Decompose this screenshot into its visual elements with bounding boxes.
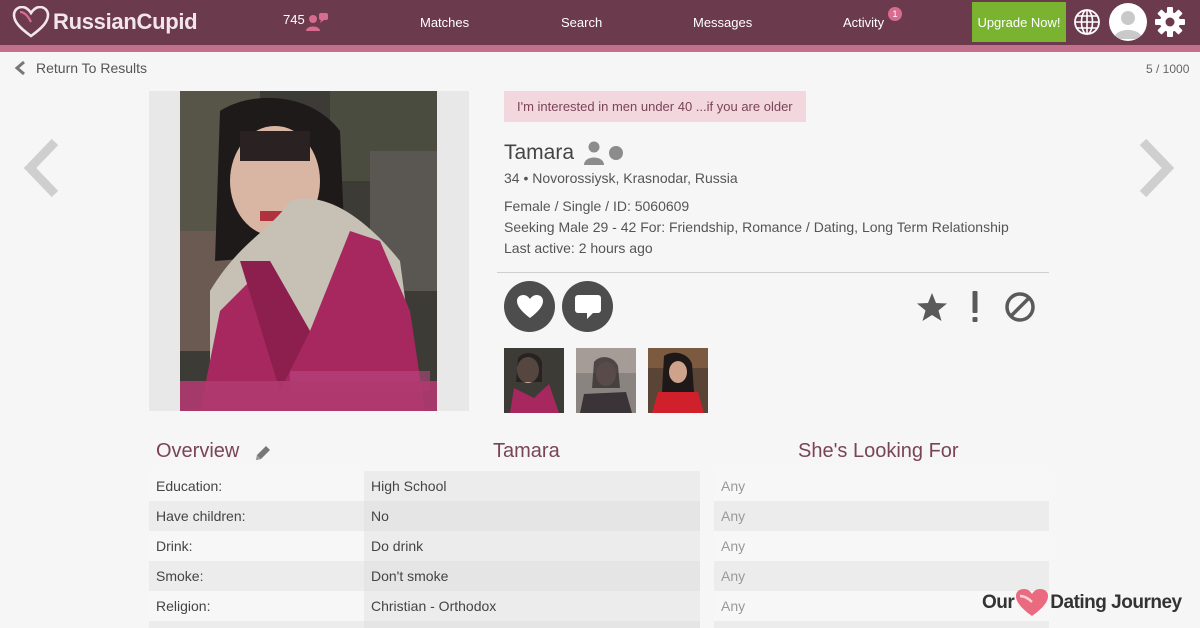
table-row: Religion: Christian - Orthodox Any — [149, 591, 1049, 621]
profile-name: Tamara — [504, 141, 575, 164]
nav-messages[interactable]: Messages — [693, 15, 752, 30]
gear-icon[interactable] — [1154, 6, 1186, 38]
nav-member-count[interactable]: 745 — [283, 12, 305, 27]
row-value: No — [364, 501, 700, 531]
table-row: Education: High School Any — [149, 471, 1049, 501]
watermark-left-text: Our — [982, 592, 1015, 613]
row-seek-value: Any — [714, 531, 1049, 561]
result-pager: 5 / 1000 — [1146, 62, 1190, 76]
row-seek-value: Any — [714, 561, 1049, 591]
looking-for-heading: She's Looking For — [798, 440, 959, 462]
chat-icon — [574, 294, 601, 319]
heart-logo-icon — [12, 6, 50, 38]
profile-details: Female / Single / ID: 5060609 — [504, 198, 690, 214]
top-navigation-stripe — [0, 45, 1200, 52]
return-to-results-label: Return To Results — [36, 60, 148, 76]
online-status-indicator — [609, 146, 623, 160]
table-row: Smoke: Don't smoke Any — [149, 561, 1049, 591]
previous-profile-chevron-left-icon[interactable] — [22, 138, 62, 198]
main-photo-frame — [149, 91, 469, 411]
chevron-left-icon — [14, 60, 25, 76]
next-profile-chevron-right-icon[interactable] — [1136, 138, 1176, 198]
profile-location: 34 • Novorossiysk, Krasnodar, Russia — [504, 170, 738, 186]
row-value: High School — [364, 471, 700, 501]
block-icon[interactable] — [1004, 291, 1036, 323]
users-icon[interactable] — [305, 11, 329, 33]
heart-icon — [516, 294, 543, 318]
row-value: Do drink — [364, 531, 700, 561]
profile-seeking: Seeking Male 29 - 42 For: Friendship, Ro… — [504, 219, 1009, 235]
interest-note: I'm interested in men under 40 ...if you… — [504, 91, 806, 122]
pencil-icon[interactable] — [254, 444, 272, 462]
overview-heading: Overview — [156, 440, 240, 462]
watermark: Our Dating Journey — [982, 588, 1182, 618]
member-column-heading: Tamara — [493, 440, 560, 462]
activity-badge: 1 — [888, 7, 902, 21]
table-row — [149, 621, 1049, 628]
profile-divider — [497, 272, 1049, 273]
star-icon[interactable] — [916, 291, 948, 323]
row-seek-value: Any — [714, 471, 1049, 501]
brand-name: RussianCupid — [53, 9, 198, 34]
watermark-right-text: Dating Journey — [1050, 592, 1182, 613]
table-row: Have children: No Any — [149, 501, 1049, 531]
row-value: Christian - Orthodox — [364, 591, 700, 621]
table-row: Drink: Do drink Any — [149, 531, 1049, 561]
upgrade-button[interactable]: Upgrade Now! — [972, 2, 1066, 42]
return-to-results-link[interactable]: Return To Results — [14, 60, 147, 76]
avatar-icon[interactable] — [1109, 3, 1147, 41]
row-label: Have children: — [149, 501, 364, 531]
brand-logo[interactable]: RussianCupid — [12, 6, 198, 38]
exclamation-icon[interactable] — [968, 290, 982, 324]
row-label: Smoke: — [149, 561, 364, 591]
person-icon — [584, 141, 604, 165]
row-seek-value: Any — [714, 501, 1049, 531]
row-label: Drink: — [149, 531, 364, 561]
nav-matches[interactable]: Matches — [420, 15, 469, 30]
like-button[interactable] — [504, 281, 555, 332]
nav-search[interactable]: Search — [561, 15, 602, 30]
nav-activity[interactable]: Activity — [843, 15, 884, 30]
message-button[interactable] — [562, 281, 613, 332]
main-profile-photo[interactable] — [180, 91, 437, 411]
row-label: Education: — [149, 471, 364, 501]
photo-thumbnail-2[interactable] — [576, 348, 636, 413]
photo-thumbnail-1[interactable] — [504, 348, 564, 413]
row-label: Religion: — [149, 591, 364, 621]
row-value: Don't smoke — [364, 561, 700, 591]
heart-logo-icon — [1016, 589, 1049, 616]
photo-thumbnail-3[interactable] — [648, 348, 708, 413]
globe-icon[interactable] — [1073, 8, 1101, 36]
profile-last-active: Last active: 2 hours ago — [504, 240, 653, 256]
